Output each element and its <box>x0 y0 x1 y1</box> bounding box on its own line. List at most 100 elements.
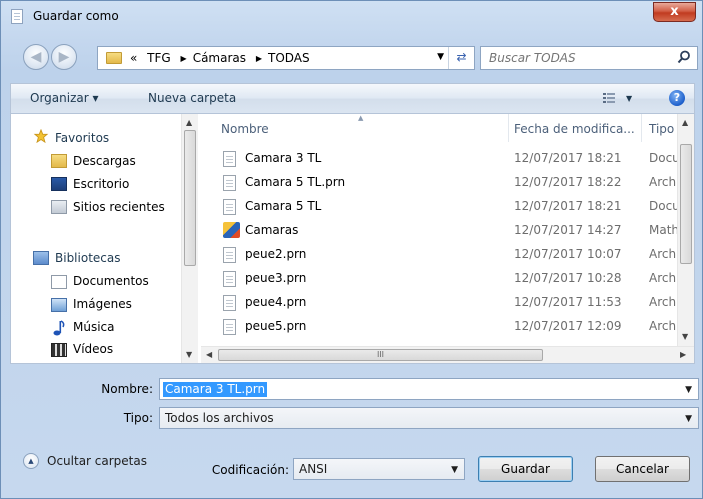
forward-button[interactable]: ▶ <box>51 44 77 70</box>
file-row[interactable]: Camaras 12/07/2017 14:27 Mathc <box>201 219 694 243</box>
pictures-library-icon <box>51 298 67 312</box>
document-icon <box>223 175 236 191</box>
breadcrumb-todas[interactable]: TODAS <box>268 51 310 65</box>
scrollbar-thumb[interactable]: III <box>218 349 543 361</box>
file-date: 12/07/2017 14:27 <box>514 223 622 237</box>
encoding-value: ANSI <box>299 462 328 476</box>
file-name-field[interactable]: Camara 3 TL.prn ▼ <box>159 378 699 400</box>
title-bar: Guardar como x <box>1 1 702 31</box>
file-date: 12/07/2017 10:07 <box>514 247 622 261</box>
file-row[interactable]: peue4.prn 12/07/2017 11:53 Archiv <box>201 291 694 315</box>
star-icon <box>33 129 49 143</box>
close-button[interactable]: x <box>653 2 696 22</box>
file-name: peue3.prn <box>245 271 307 285</box>
file-list-vertical-scrollbar[interactable]: ▲ ▼ <box>677 114 694 346</box>
chevron-down-icon[interactable]: ▼ <box>685 414 692 424</box>
address-dropdown-icon[interactable]: ▼ <box>437 52 444 62</box>
new-folder-button[interactable]: Nueva carpeta <box>148 91 236 105</box>
document-icon <box>223 199 236 215</box>
scroll-down-icon[interactable]: ▼ <box>682 332 688 341</box>
column-name[interactable]: Nombre <box>221 122 269 136</box>
scroll-up-icon[interactable]: ▲ <box>682 118 688 127</box>
file-name: peue4.prn <box>245 295 307 309</box>
encoding-label: Codificación: <box>211 463 289 477</box>
save-button[interactable]: Guardar <box>478 456 573 482</box>
column-divider[interactable] <box>641 114 642 142</box>
command-bar: Organizar ▾ Nueva carpeta ▼ ? <box>10 83 695 113</box>
nav-musica[interactable]: Música <box>73 320 115 334</box>
column-divider[interactable] <box>508 114 509 142</box>
file-row[interactable]: peue5.prn 12/07/2017 12:09 Archiv <box>201 315 694 339</box>
document-icon <box>223 247 236 263</box>
navigation-pane: Favoritos Descargas Escritorio Sitios re… <box>11 114 201 363</box>
scroll-left-icon[interactable]: ◀ <box>206 350 212 359</box>
column-date[interactable]: Fecha de modifica... <box>514 122 635 136</box>
hide-folders-label[interactable]: Ocultar carpetas <box>47 454 147 468</box>
chevron-right-icon[interactable]: ▶ <box>256 54 262 63</box>
file-name-dropdown-icon[interactable]: ▼ <box>685 385 692 395</box>
file-list: ▲ Nombre Fecha de modifica... Tipo Camar… <box>201 114 694 363</box>
navigation-scrollbar[interactable]: ▲ ▼ <box>181 114 198 363</box>
mathcad-icon <box>223 222 240 238</box>
nav-favorites[interactable]: Favoritos <box>55 131 109 145</box>
scroll-up-icon[interactable]: ▲ <box>186 118 192 127</box>
document-icon <box>223 319 236 335</box>
view-dropdown-icon[interactable]: ▼ <box>626 94 632 103</box>
scroll-right-icon[interactable]: ▶ <box>680 350 686 359</box>
help-icon[interactable]: ? <box>669 90 685 106</box>
dialog-icon <box>11 9 23 24</box>
nav-descargas[interactable]: Descargas <box>73 154 136 168</box>
videos-library-icon <box>51 343 67 357</box>
save-as-dialog: Guardar como x ◀ ▶ ▼ « TFG ▶ Cámaras ▶ TOD… <box>0 0 703 499</box>
address-bar[interactable]: « TFG ▶ Cámaras ▶ TODAS ▼ ⇄ <box>97 46 475 70</box>
nav-videos[interactable]: Vídeos <box>73 342 113 356</box>
breadcrumb: « TFG ▶ Cámaras ▶ TODAS <box>130 51 310 65</box>
cancel-button[interactable]: Cancelar <box>595 456 690 482</box>
scrollbar-thumb[interactable] <box>184 130 196 266</box>
scroll-down-icon[interactable]: ▼ <box>186 350 192 359</box>
breadcrumb-camaras[interactable]: Cámaras <box>193 51 246 65</box>
chevron-right-icon[interactable]: ▶ <box>181 54 187 63</box>
search-box[interactable] <box>480 46 698 70</box>
file-date: 12/07/2017 18:22 <box>514 175 622 189</box>
file-date: 12/07/2017 18:21 <box>514 151 622 165</box>
file-type-label: Tipo: <box>123 411 153 425</box>
refresh-icon[interactable]: ⇄ <box>448 47 474 69</box>
back-button[interactable]: ◀ <box>23 44 49 70</box>
file-row[interactable]: Camara 3 TL 12/07/2017 18:21 Docun <box>201 147 694 171</box>
organize-menu[interactable]: Organizar ▾ <box>30 91 99 105</box>
file-type-select[interactable]: Todos los archivos ▼ <box>159 407 699 429</box>
file-type-value: Todos los archivos <box>165 411 274 425</box>
file-row[interactable]: peue3.prn 12/07/2017 10:28 Archiv <box>201 267 694 291</box>
document-icon <box>223 151 236 167</box>
nav-documentos[interactable]: Documentos <box>73 274 149 288</box>
column-type[interactable]: Tipo <box>649 122 674 136</box>
sort-ascending-icon: ▲ <box>358 114 364 122</box>
encoding-select[interactable]: ANSI ▼ <box>293 458 465 480</box>
browser-area: Favoritos Descargas Escritorio Sitios re… <box>10 113 695 364</box>
file-name: Camara 3 TL <box>245 151 322 165</box>
nav-imagenes[interactable]: Imágenes <box>73 297 132 311</box>
libraries-icon <box>33 251 49 265</box>
file-name: Camaras <box>245 223 299 237</box>
window-title: Guardar como <box>33 9 119 23</box>
file-list-horizontal-scrollbar[interactable]: ◀ III ▶ <box>201 346 694 363</box>
file-date: 12/07/2017 18:21 <box>514 199 622 213</box>
search-input[interactable] <box>481 47 671 69</box>
scrollbar-thumb[interactable] <box>680 144 692 264</box>
nav-bibliotecas[interactable]: Bibliotecas <box>55 251 120 265</box>
nav-sitios-recientes[interactable]: Sitios recientes <box>73 200 165 214</box>
breadcrumb-tfg[interactable]: TFG <box>147 51 171 65</box>
search-icon[interactable] <box>677 50 691 64</box>
chevron-down-icon[interactable]: ▼ <box>451 465 458 475</box>
file-row[interactable]: Camara 5 TL 12/07/2017 18:21 Docun <box>201 195 694 219</box>
file-row[interactable]: Camara 5 TL.prn 12/07/2017 18:22 Archiv <box>201 171 694 195</box>
view-options-icon[interactable] <box>603 93 615 103</box>
breadcrumb-overflow[interactable]: « <box>130 51 137 65</box>
document-icon <box>223 295 236 311</box>
chevron-up-icon[interactable]: ▲ <box>23 453 39 469</box>
file-name-value[interactable]: Camara 3 TL.prn <box>163 382 268 397</box>
recent-places-icon <box>51 200 67 214</box>
nav-escritorio[interactable]: Escritorio <box>73 177 129 191</box>
file-row[interactable]: peue2.prn 12/07/2017 10:07 Archiv <box>201 243 694 267</box>
